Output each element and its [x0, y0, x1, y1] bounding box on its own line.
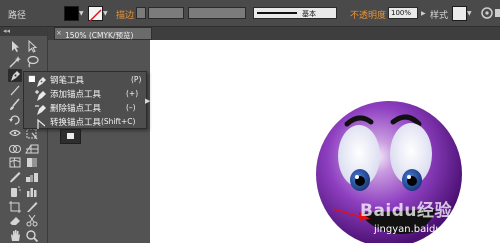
- close-tab-icon[interactable]: ×: [56, 29, 62, 37]
- document-title: 150% (CMYK/预览): [65, 31, 134, 40]
- zoom-tool-icon[interactable]: [25, 229, 39, 242]
- fill-color-swatch[interactable]: [64, 6, 79, 21]
- line-segment-tool-icon[interactable]: [8, 84, 22, 97]
- slice-tool-icon[interactable]: [25, 200, 39, 213]
- shape-builder-tool-icon[interactable]: [8, 142, 22, 155]
- tearoff-thumbnail[interactable]: [60, 129, 81, 144]
- scissors-tool-icon[interactable]: [25, 214, 39, 227]
- brush-stroke-preview-icon: [257, 12, 297, 14]
- style-dropdown-icon[interactable]: ▼: [467, 10, 472, 17]
- perspective-grid-tool-icon[interactable]: [25, 142, 39, 155]
- baidu-watermark: Baidu经验: [360, 201, 453, 221]
- recolor-artwork-icon[interactable]: [480, 6, 494, 20]
- eyedropper-tool-icon[interactable]: [8, 171, 22, 184]
- tools-panel-header[interactable]: ◂◂: [0, 27, 47, 36]
- pen-icon: [35, 73, 47, 87]
- watermark-url: jingyan.baidu.com: [374, 224, 467, 235]
- stroke-dropdown-icon[interactable]: ▼: [103, 10, 108, 17]
- column-graph-tool-icon[interactable]: [25, 185, 39, 198]
- artboard-tool-icon[interactable]: [8, 200, 22, 213]
- opacity-value: 100%: [391, 9, 412, 17]
- thumbnail-preview: [67, 133, 74, 139]
- brush-name: 基本: [302, 10, 316, 18]
- direct-selection-tool-icon[interactable]: [25, 40, 39, 53]
- gradient-tool-icon[interactable]: [25, 156, 39, 169]
- smiley-artwork[interactable]: [313, 98, 466, 243]
- object-type-label: 路径: [8, 11, 27, 21]
- document-tab[interactable]: × 150% (CMYK/预览): [54, 27, 152, 40]
- stroke-color-swatch[interactable]: [88, 6, 103, 22]
- flyout-item[interactable]: 添加锚点工具 (+): [24, 87, 146, 101]
- flyout-item-shortcut: (–): [126, 103, 136, 112]
- collapse-panel-icon[interactable]: ◂◂: [3, 27, 10, 35]
- add-anchor-point-icon: [35, 87, 47, 101]
- flyout-item[interactable]: 转换锚点工具 (Shift+C): [24, 115, 146, 129]
- selection-tool-icon[interactable]: [8, 40, 22, 53]
- opacity-input[interactable]: 100%: [388, 7, 418, 19]
- eraser-tool-icon[interactable]: [8, 214, 22, 227]
- stroke-weight-label[interactable]: 描边: [116, 8, 134, 21]
- symbol-sprayer-tool-icon[interactable]: [8, 185, 22, 198]
- tearoff-arrow-icon[interactable]: ▶: [145, 97, 150, 105]
- hand-tool-icon[interactable]: [8, 229, 22, 242]
- left-eye-highlight: [355, 175, 359, 179]
- stroke-weight-input[interactable]: [148, 7, 184, 19]
- opacity-label[interactable]: 不透明度: [350, 8, 386, 21]
- flyout-item-label: 删除锚点工具: [50, 104, 102, 114]
- no-stroke-icon: [89, 9, 102, 22]
- paintbrush-tool-icon[interactable]: [8, 98, 22, 111]
- style-label: 样式: [430, 11, 449, 21]
- right-eye-highlight: [407, 175, 411, 179]
- flyout-item-shortcut: (Shift+C): [101, 117, 136, 126]
- flyout-item-label: 添加锚点工具: [50, 90, 102, 100]
- flyout-item-label: 钢笔工具: [50, 76, 85, 86]
- align-icon[interactable]: [494, 6, 500, 20]
- magic-wand-tool-icon[interactable]: [8, 55, 22, 68]
- pen-tool-icon[interactable]: [8, 69, 22, 82]
- variable-width-profile-select[interactable]: [188, 7, 246, 19]
- control-bar: 路径 ▼ ▼ 描边 基本 不透明度 100% ▶ 样式 ▼: [0, 0, 500, 27]
- width-tool-icon[interactable]: [8, 127, 22, 140]
- lasso-tool-icon[interactable]: [25, 55, 39, 68]
- brush-definition-select[interactable]: 基本: [253, 7, 337, 19]
- graphic-style-swatch[interactable]: [452, 6, 467, 21]
- flyout-item-label: 转换锚点工具: [50, 118, 102, 128]
- flyout-item-shortcut: (P): [131, 75, 142, 84]
- flyout-item[interactable]: ■ 钢笔工具 (P): [24, 73, 146, 87]
- stroke-weight-stepper[interactable]: [136, 7, 146, 19]
- delete-anchor-point-icon: [35, 101, 47, 115]
- convert-anchor-point-icon: [35, 115, 47, 129]
- fill-dropdown-icon[interactable]: ▼: [79, 10, 84, 17]
- mesh-tool-icon[interactable]: [8, 156, 22, 169]
- rotate-tool-icon[interactable]: [8, 113, 22, 126]
- flyout-item[interactable]: 删除锚点工具 (–): [24, 101, 146, 115]
- pen-tool-flyout: ■ 钢笔工具 (P) 添加锚点工具 (+) 删除锚点工具 (–) 转换锚点工具 (Shift+C…: [23, 71, 147, 129]
- blend-tool-icon[interactable]: [25, 171, 39, 184]
- opacity-dropdown-icon[interactable]: ▶: [421, 10, 426, 17]
- document-tab-strip: × 150% (CMYK/预览): [48, 27, 500, 40]
- flyout-item-shortcut: (+): [126, 89, 139, 98]
